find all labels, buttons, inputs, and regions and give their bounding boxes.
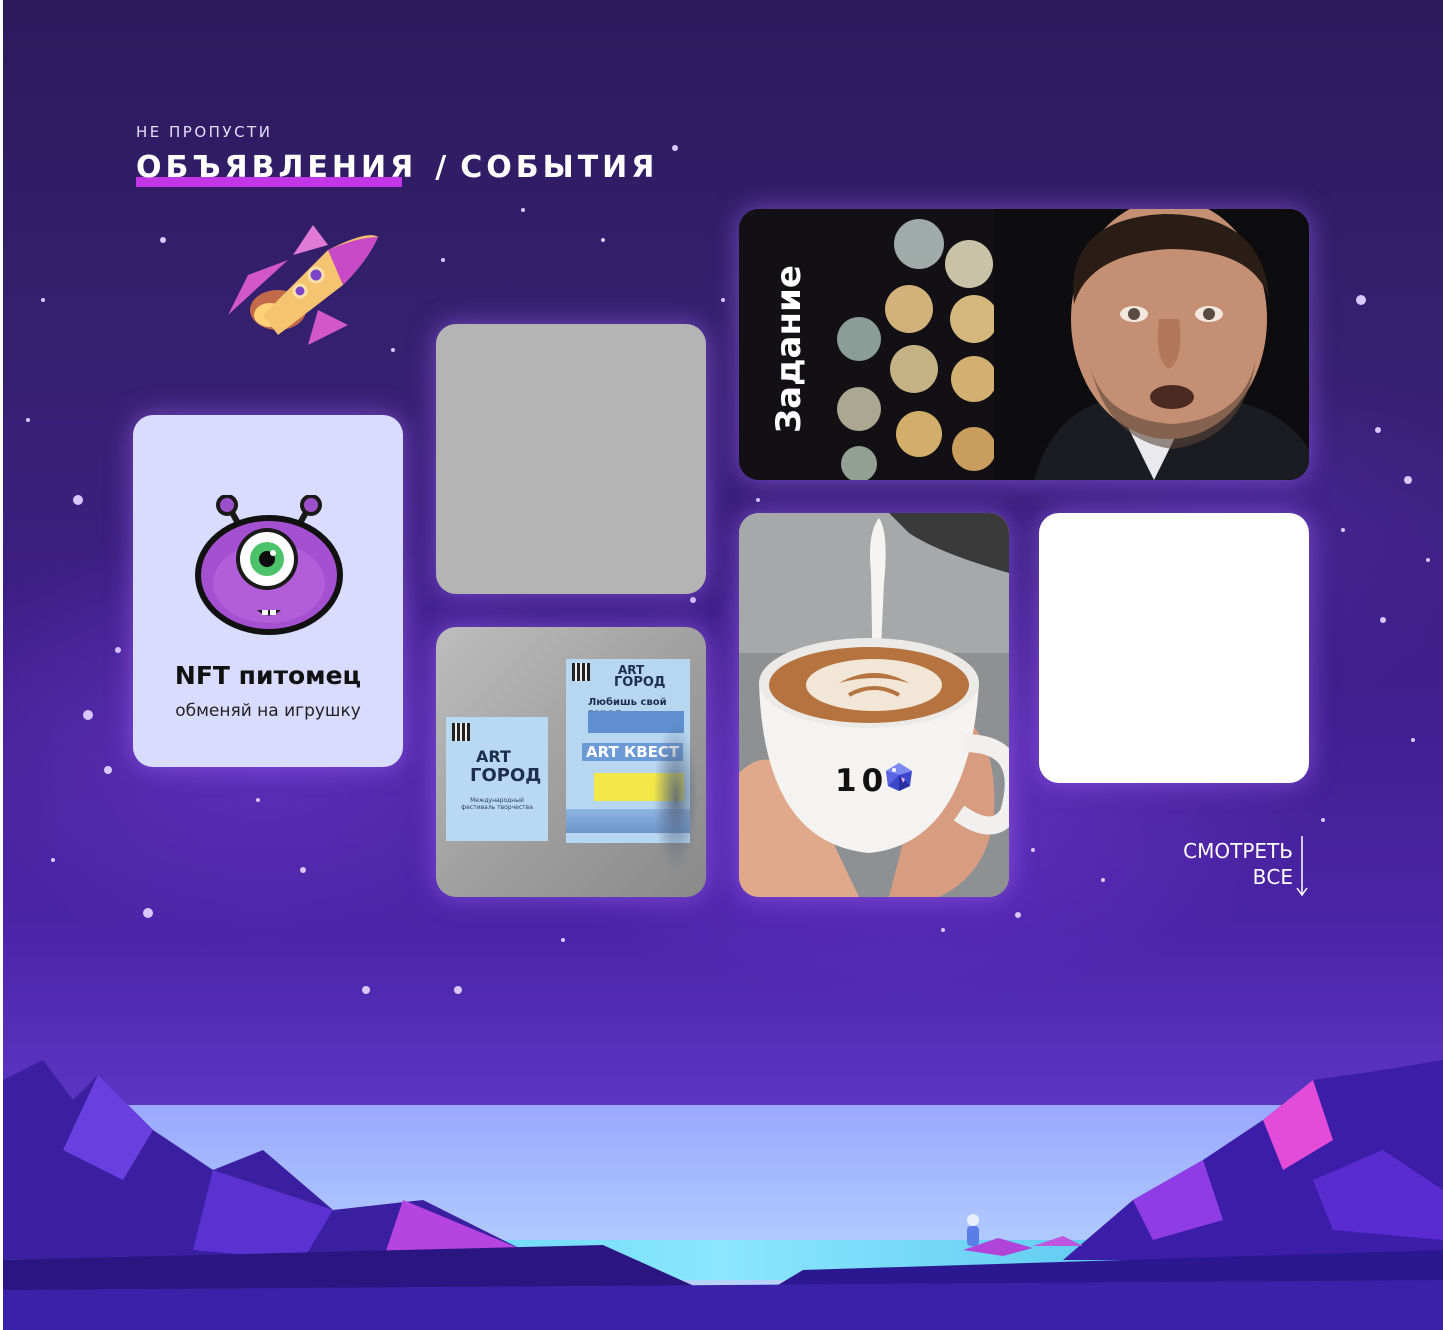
nft-card-subtitle: обменяй на игрушку (175, 701, 361, 721)
see-all-line1: СМОТРЕТЬ (1183, 839, 1293, 863)
poster-art-city-small: ART ГОРОД Международный фестиваль творче… (446, 717, 548, 841)
coffee-price: 10 (835, 763, 889, 799)
poster-a-title-line2: ГОРОД (470, 765, 542, 786)
see-all-link[interactable]: СМОТРЕТЬ ВСЕ (1153, 838, 1293, 890)
arrow-down-icon[interactable] (1295, 836, 1309, 898)
placeholder-card-white[interactable] (1039, 513, 1309, 783)
title-separator: / (435, 150, 447, 185)
space-background: НЕ ПРОПУСТИ ОБЪЯВЛЕНИЯ / СОБЫТИЯ NFT пит… (3, 0, 1443, 1330)
coffee-latte-photo (739, 513, 1009, 897)
mountain-landscape (3, 1060, 1443, 1330)
title-announcements-label: ОБЪЯВЛЕНИЯ (136, 150, 418, 185)
title-announcements[interactable]: ОБЪЯВЛЕНИЯ (136, 150, 418, 187)
art-city-posters-card[interactable]: ART ГОРОД Международный фестиваль творче… (436, 627, 706, 897)
coffee-reward-card[interactable]: 10 (739, 513, 1009, 897)
crystal-gem-icon (886, 763, 912, 791)
placeholder-card-gray[interactable] (436, 324, 706, 594)
task-card[interactable]: Задание (739, 209, 1309, 480)
task-card-label: Задание (769, 265, 809, 433)
qr-code-icon (572, 663, 590, 681)
poster-a-caption: Международный фестиваль творчества (461, 797, 533, 811)
poster-a-title-line1: ART (476, 747, 511, 766)
blurred-passerby (641, 687, 706, 897)
section-title: ОБЪЯВЛЕНИЯ / СОБЫТИЯ (136, 150, 658, 187)
see-all-line2: ВСЕ (1252, 865, 1293, 889)
nft-pet-monster-icon (195, 495, 343, 635)
title-events[interactable]: СОБЫТИЯ (460, 150, 658, 185)
presenter-photo (994, 209, 1309, 480)
nft-pet-card[interactable]: NFT питомец обменяй на игрушку (133, 415, 403, 767)
qr-code-icon (452, 723, 470, 741)
nft-card-title: NFT питомец (174, 661, 362, 690)
rocket-illustration (228, 225, 378, 345)
section-subtitle: НЕ ПРОПУСТИ (136, 123, 273, 141)
